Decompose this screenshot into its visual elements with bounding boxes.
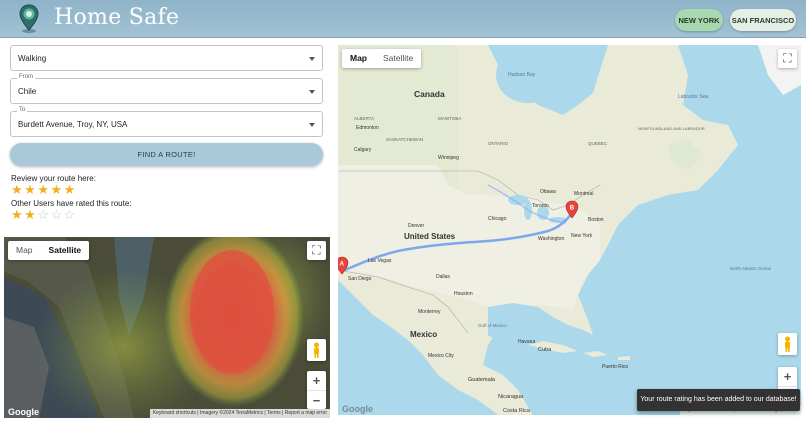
from-value: Chile xyxy=(18,87,37,96)
map-label-ontario: ONTARIO xyxy=(488,141,509,146)
route-map-toggle-satellite[interactable]: Satellite xyxy=(375,49,421,68)
to-select[interactable]: To Burdett Avenue, Troy, NY, USA xyxy=(10,107,323,137)
map-label-las-vegas: Las Vegas xyxy=(368,258,392,264)
map-label-chicago: Chicago xyxy=(488,216,507,222)
map-label-newfoundland: NEWFOUNDLAND AND LABRADOR xyxy=(638,126,705,131)
map-label-guatemala: Guatemala xyxy=(468,377,496,383)
dropdown-caret-icon xyxy=(309,90,315,94)
map-label-canada: Canada xyxy=(414,89,445,99)
zoom-out-icon[interactable]: − xyxy=(307,390,326,409)
review-star-icon[interactable]: ★ xyxy=(24,183,36,196)
others-rating-star-icon: ☆ xyxy=(50,207,63,222)
street-view-pegman-icon[interactable] xyxy=(307,339,326,361)
others-rating-star-icon: ☆ xyxy=(63,207,76,222)
app-header: Home Safe NEW YORK SAN FRANCISCO xyxy=(0,0,806,38)
to-legend: To xyxy=(17,107,28,113)
map-label-boston: Boston xyxy=(588,217,604,223)
dropdown-caret-icon xyxy=(309,57,315,61)
review-star-icon[interactable]: ★ xyxy=(11,183,23,196)
satellite-imagery[interactable] xyxy=(4,237,330,418)
sat-map-attribution: Keyboard shortcuts | Imagery ©2024 Terra… xyxy=(149,409,330,418)
review-star-icon[interactable]: ★ xyxy=(50,183,62,196)
find-route-button[interactable]: FIND A ROUTE! xyxy=(10,143,323,166)
others-rating-star-icon: ★ xyxy=(24,207,36,222)
map-label-edmonton: Edmonton xyxy=(356,125,379,131)
map-label-manitoba: MANITOBA xyxy=(438,116,461,121)
new-york-button[interactable]: NEW YORK xyxy=(675,9,723,31)
map-label-gulf: Gulf of Mexico xyxy=(478,323,507,328)
map-label-puerto-rico: Puerto Rico xyxy=(602,364,628,370)
map-label-north-atlantic: North Atlantic Ocean xyxy=(730,266,772,271)
others-rating-star-icon: ★ xyxy=(11,207,23,222)
route-map-type-toggle[interactable]: Map Satellite xyxy=(342,49,422,68)
map-label-nicaragua: Nicaragua xyxy=(498,394,524,400)
zoom-in-icon[interactable]: + xyxy=(307,371,326,390)
from-select[interactable]: From Chile xyxy=(10,74,323,104)
map-label-winnipeg: Winnipeg xyxy=(438,155,459,161)
app-title: Home Safe xyxy=(54,5,180,30)
zoom-in-icon[interactable]: + xyxy=(778,367,797,386)
terms-link[interactable]: Terms xyxy=(267,410,281,416)
review-star-icon[interactable]: ★ xyxy=(64,183,76,196)
sat-map-type-toggle[interactable]: Map Satellite xyxy=(8,241,90,260)
map-label-san-diego: San Diego xyxy=(348,276,372,282)
sat-map-toggle-map[interactable]: Map xyxy=(8,241,41,260)
marker-a-label: A xyxy=(340,262,345,268)
map-label-costa-rica: Costa Rica xyxy=(503,408,531,414)
travel-mode-value: Walking xyxy=(18,54,47,63)
map-label-houston: Houston xyxy=(454,291,473,297)
fullscreen-icon[interactable]: ⛶ xyxy=(307,241,326,260)
report-map-error-link[interactable]: Report a map error xyxy=(285,410,327,416)
map-label-mexico-city: Mexico City xyxy=(428,353,454,359)
map-label-dallas: Dallas xyxy=(436,274,450,280)
review-star-icon[interactable]: ★ xyxy=(37,183,49,196)
map-label-saskatchewan: SASKATCHEWAN xyxy=(386,137,423,142)
map-label-montreal: Montreal xyxy=(574,191,593,197)
map-label-new-york: New York xyxy=(571,233,593,239)
location-pin-logo-icon[interactable] xyxy=(18,4,40,34)
review-stars[interactable]: ★ ★ ★ ★ ★ xyxy=(11,183,75,196)
map-label-united-states: United States xyxy=(404,232,456,241)
google-logo: Google xyxy=(8,407,39,417)
travel-mode-select[interactable]: Walking xyxy=(10,45,323,71)
map-label-hudson-bay: Hudson Bay xyxy=(508,72,536,78)
map-label-labrador-sea: Labrador Sea xyxy=(678,94,709,100)
map-label-denver: Denver xyxy=(408,223,424,229)
fullscreen-icon[interactable]: ⛶ xyxy=(778,49,797,68)
google-logo: Google xyxy=(342,404,373,414)
street-view-pegman-icon[interactable] xyxy=(778,333,797,355)
sat-map-toggle-satellite[interactable]: Satellite xyxy=(41,241,90,260)
map-label-quebec: QUEBEC xyxy=(588,141,608,146)
map-label-mexico: Mexico xyxy=(410,330,437,339)
map-label-cuba: Cuba xyxy=(538,347,552,353)
map-label-washington: Washington xyxy=(538,236,564,242)
satellite-map[interactable]: Map Satellite ⛶ + − Google Keyboard shor… xyxy=(4,237,330,418)
others-rating-star-icon: ☆ xyxy=(37,207,49,222)
map-label-calgary: Calgary xyxy=(354,147,372,153)
to-value: Burdett Avenue, Troy, NY, USA xyxy=(18,120,128,129)
route-map[interactable]: Hudson Bay Labrador Sea Canada ALBERTA M… xyxy=(338,45,801,415)
map-label-toronto: Toronto xyxy=(532,203,549,209)
map-label-monterrey: Monterrey xyxy=(418,309,441,315)
sat-zoom-controls: + − xyxy=(307,371,326,409)
others-rating-stars: ★ ★ ☆ ☆ ☆ xyxy=(11,208,75,221)
map-label-ottawa: Ottawa xyxy=(540,189,556,195)
marker-b-label: B xyxy=(570,206,575,212)
keyboard-shortcuts-link[interactable]: Keyboard shortcuts xyxy=(153,410,196,416)
route-map-canvas[interactable]: Hudson Bay Labrador Sea Canada ALBERTA M… xyxy=(338,45,801,415)
san-francisco-button[interactable]: SAN FRANCISCO xyxy=(730,9,796,31)
map-label-havana: Havana xyxy=(518,339,535,345)
rating-saved-toast: Your route rating has been added to our … xyxy=(637,389,800,411)
map-label-alberta: ALBERTA xyxy=(354,116,374,121)
imagery-credit: Imagery ©2024 TerraMetrics xyxy=(199,410,264,416)
from-legend: From xyxy=(17,74,35,80)
dropdown-caret-icon xyxy=(309,123,315,127)
route-map-toggle-map[interactable]: Map xyxy=(342,49,375,68)
